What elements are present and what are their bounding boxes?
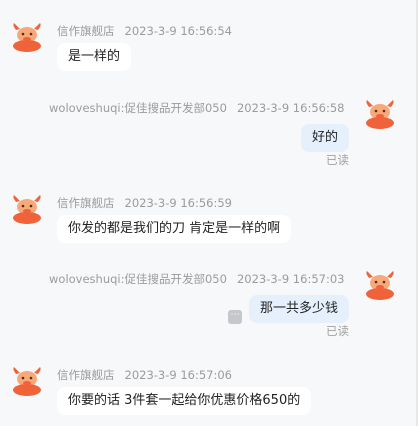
- bull-mascot-icon: [366, 271, 394, 300]
- user-avatar-icon[interactable]: [363, 270, 397, 300]
- user-avatar-icon[interactable]: [363, 99, 397, 129]
- message-time: 2023-3-9 16:57:06: [124, 368, 233, 382]
- message-meta: woloveshuqi:促佳搜品开发部050 2023-3-9 16:57:03: [49, 270, 344, 288]
- sender-name: 信作旗舰店: [57, 196, 115, 210]
- sender-name: 信作旗舰店: [57, 368, 115, 382]
- message-bubble: 你发的都是我们的刀 肯定是一样的啊: [57, 215, 292, 243]
- message-time: 2023-3-9 16:56:54: [124, 24, 233, 38]
- message-meta: 信作旗舰店 2023-3-9 16:57:06: [57, 366, 232, 384]
- bull-mascot-icon: [13, 195, 41, 224]
- ellipsis-icon[interactable]: ⋯: [228, 310, 242, 324]
- sender-name: woloveshuqi:促佳搜品开发部050: [49, 101, 227, 115]
- bull-mascot-icon: [366, 100, 394, 129]
- read-status: 已读: [326, 153, 349, 167]
- message-meta: woloveshuqi:促佳搜品开发部050 2023-3-9 16:56:58: [49, 99, 344, 117]
- message-time: 2023-3-9 16:57:03: [236, 272, 345, 286]
- sender-name: woloveshuqi:促佳搜品开发部050: [49, 272, 227, 286]
- message-bubble: 好的: [300, 124, 349, 152]
- shop-avatar-icon[interactable]: [10, 366, 44, 396]
- message-meta: 信作旗舰店 2023-3-9 16:56:59: [57, 194, 232, 212]
- message-bubble: 是一样的: [57, 43, 132, 71]
- read-status: 已读: [326, 324, 349, 338]
- message-time: 2023-3-9 16:56:59: [124, 196, 233, 210]
- bull-mascot-icon: [13, 367, 41, 396]
- bull-mascot-icon: [13, 23, 41, 52]
- shop-avatar-icon[interactable]: [10, 22, 44, 52]
- message-bubble: 那一共多少钱: [248, 295, 349, 323]
- message-time: 2023-3-9 16:56:58: [236, 101, 345, 115]
- sender-name: 信作旗舰店: [57, 24, 115, 38]
- message-bubble: 你要的话 3件套一起给你优惠价格650的: [57, 387, 312, 415]
- shop-avatar-icon[interactable]: [10, 194, 44, 224]
- message-meta: 信作旗舰店 2023-3-9 16:56:54: [57, 22, 232, 40]
